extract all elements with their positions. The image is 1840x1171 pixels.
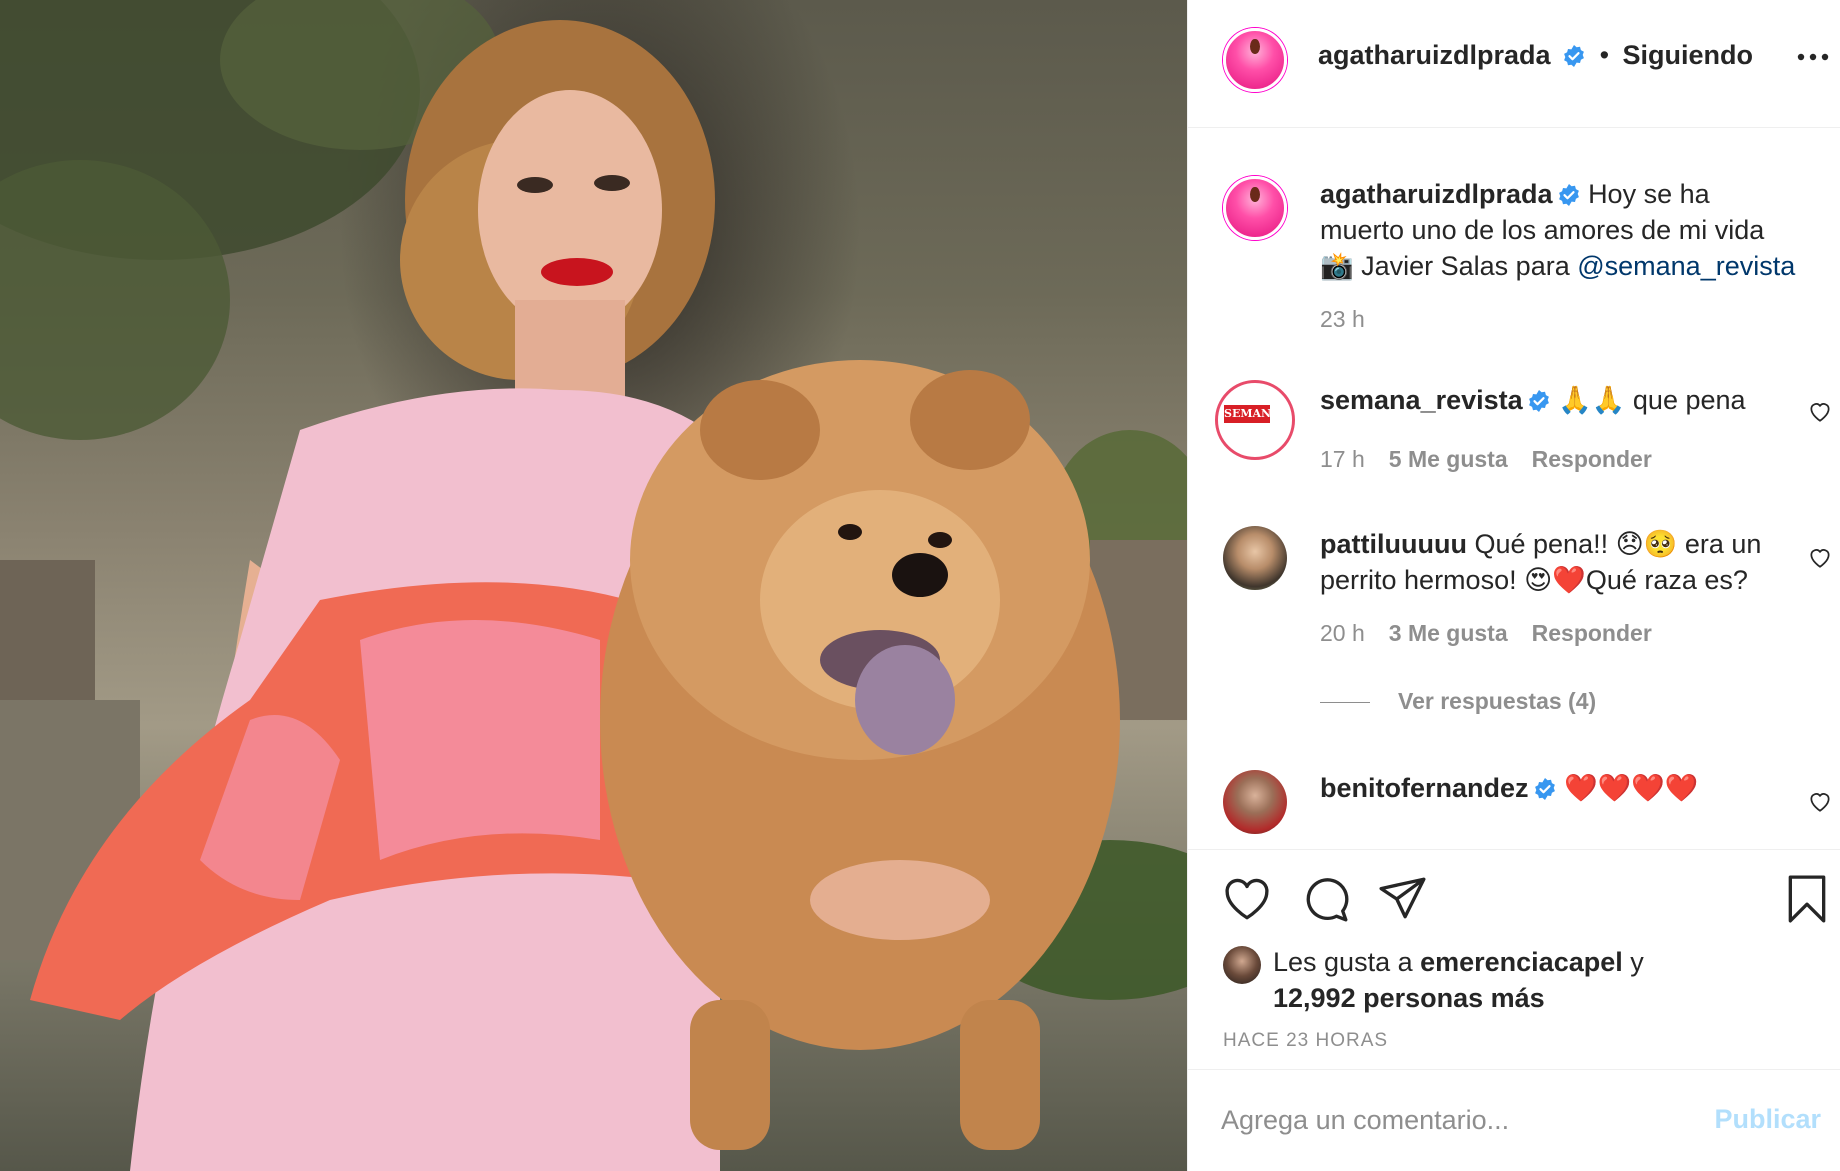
likes-text: Les gusta a emerenciacapel y 12,992 pers… bbox=[1273, 944, 1644, 1016]
comment-text: pattiluuuuu Qué pena!! 😞🥺 era un perrito… bbox=[1320, 526, 1801, 598]
reply-button[interactable]: Responder bbox=[1532, 446, 1652, 472]
author-line: agatharuizdlprada • Siguiendo bbox=[1318, 40, 1753, 71]
replies-divider bbox=[1320, 702, 1370, 704]
verified-badge-icon bbox=[1558, 184, 1579, 206]
comment-meta: 20 h 3 Me gusta Responder bbox=[1320, 620, 1652, 647]
post-photo[interactable] bbox=[0, 0, 1187, 1171]
caption-time[interactable]: 23 h bbox=[1320, 306, 1365, 333]
comment-age[interactable]: 17 h bbox=[1320, 446, 1365, 472]
author-avatar[interactable] bbox=[1223, 176, 1287, 240]
like-comment-heart-icon[interactable] bbox=[1807, 398, 1833, 424]
post-sidebar: agatharuizdlprada • Siguiendo agatharuiz… bbox=[1187, 0, 1840, 1171]
verified-badge-icon bbox=[1528, 390, 1549, 412]
like-comment-heart-icon[interactable] bbox=[1807, 544, 1833, 570]
comment-text: semana_revista 🙏🙏 que pena bbox=[1320, 382, 1801, 418]
separator-dot: • bbox=[1599, 40, 1610, 70]
liker-avatar[interactable] bbox=[1223, 946, 1261, 984]
publish-button[interactable]: Publicar bbox=[1714, 1104, 1821, 1135]
like-comment-heart-icon[interactable] bbox=[1807, 788, 1833, 814]
liker-username[interactable]: emerenciacapel bbox=[1420, 947, 1623, 977]
commenter-avatar[interactable] bbox=[1223, 526, 1287, 590]
paper-plane-icon[interactable] bbox=[1378, 874, 1428, 924]
add-comment-bar: Publicar bbox=[1188, 1070, 1840, 1171]
comment-meta: 17 h 5 Me gusta Responder bbox=[1320, 446, 1652, 473]
comment-username[interactable]: pattiluuuuu bbox=[1320, 529, 1467, 559]
comment-body: 🙏🙏 que pena bbox=[1558, 385, 1746, 415]
view-replies-label: Ver respuestas (4) bbox=[1398, 688, 1597, 714]
following-button[interactable]: Siguiendo bbox=[1623, 40, 1754, 70]
verified-badge-icon bbox=[1534, 778, 1555, 800]
caption-text: agatharuizdlprada Hoy se ha muerto uno d… bbox=[1320, 176, 1801, 284]
post-timestamp[interactable]: HACE 23 HORAS bbox=[1223, 1030, 1388, 1052]
comment-body: ❤️❤️❤️❤️ bbox=[1564, 773, 1699, 803]
photo-illustration bbox=[0, 0, 1187, 1171]
comment-username[interactable]: benitofernandez bbox=[1320, 773, 1529, 803]
heart-icon[interactable] bbox=[1222, 874, 1272, 924]
semana-logo: SEMANA bbox=[1224, 405, 1280, 423]
verified-badge-icon bbox=[1564, 45, 1584, 67]
comment-username[interactable]: semana_revista bbox=[1320, 385, 1523, 415]
caption-mention-link[interactable]: @semana_revista bbox=[1577, 251, 1795, 281]
author-username[interactable]: agatharuizdlprada bbox=[1318, 40, 1551, 70]
comment-likes[interactable]: 5 Me gusta bbox=[1389, 446, 1508, 472]
likes-prefix: Les gusta a bbox=[1273, 947, 1421, 977]
view-replies-button[interactable]: Ver respuestas (4) bbox=[1320, 688, 1596, 715]
more-options-icon[interactable] bbox=[1793, 42, 1833, 72]
reply-button[interactable]: Responder bbox=[1532, 620, 1652, 646]
comment-input[interactable] bbox=[1221, 1098, 1661, 1142]
comment-bubble-icon[interactable] bbox=[1300, 874, 1350, 924]
commenter-avatar[interactable] bbox=[1223, 770, 1287, 834]
comment-age[interactable]: 20 h bbox=[1320, 620, 1365, 646]
likes-suffix: y bbox=[1622, 947, 1644, 977]
caption-username[interactable]: agatharuizdlprada bbox=[1320, 179, 1553, 209]
author-avatar[interactable] bbox=[1223, 28, 1287, 92]
comments-list[interactable]: agatharuizdlprada Hoy se ha muerto uno d… bbox=[1188, 128, 1840, 850]
commenter-avatar[interactable]: SEMANA bbox=[1215, 380, 1295, 460]
comment-likes[interactable]: 3 Me gusta bbox=[1389, 620, 1508, 646]
post-actions: Les gusta a emerenciacapel y 12,992 pers… bbox=[1188, 850, 1840, 1070]
post-header: agatharuizdlprada • Siguiendo bbox=[1188, 0, 1840, 128]
comment-text: benitofernandez ❤️❤️❤️❤️ bbox=[1320, 770, 1801, 806]
bookmark-icon[interactable] bbox=[1782, 874, 1832, 924]
likes-count[interactable]: 12,992 personas más bbox=[1273, 983, 1545, 1013]
